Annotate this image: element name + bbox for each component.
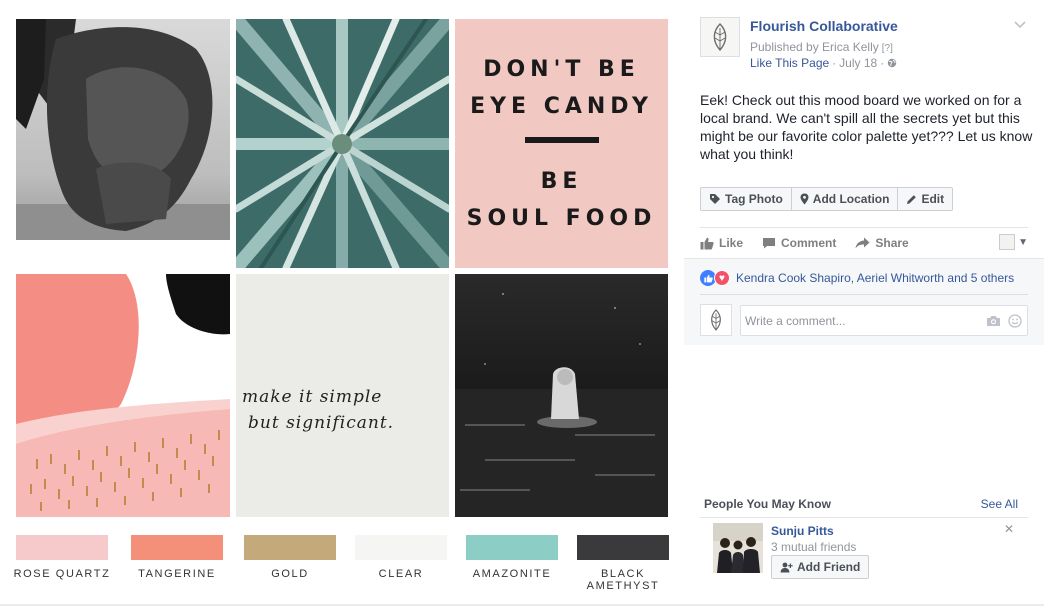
divider [700, 227, 1028, 228]
like-button[interactable]: Like [700, 236, 743, 250]
handwritten-quote: make it simple but significant. [236, 274, 449, 517]
swatch-label-clear: CLEAR [378, 568, 424, 580]
like-label: Like [719, 236, 744, 250]
published-by-text: Published by Erica Kelly [750, 40, 879, 54]
page-avatar[interactable] [700, 17, 740, 57]
swatch-label-gold: GOLD [271, 568, 309, 580]
photo-actions: Tag Photo Add Location Edit [700, 187, 954, 211]
help-icon[interactable]: [?] [882, 43, 893, 54]
swatch-label-rose-quartz: ROSE QUARTZ [13, 568, 111, 580]
close-icon[interactable]: ✕ [1004, 522, 1014, 536]
page-name-link[interactable]: Flourish Collaborative [750, 18, 898, 34]
handwriting-line-2: but significant. [248, 413, 395, 433]
crouching-figure-photo [16, 19, 230, 240]
poster-line-1: DON'T BE [483, 56, 640, 82]
friend-name-link[interactable]: Sunju Pitts [771, 524, 834, 538]
reaction-summary[interactable]: ♥ Kendra Cook Shapiro, Aeriel Whitworth … [700, 270, 1014, 286]
thumbs-up-icon [700, 237, 714, 249]
abstract-painting [16, 274, 230, 517]
swatch-rose-quartz [16, 535, 108, 560]
pencil-icon [907, 194, 917, 204]
swatch-label-tangerine: TANGERINE [138, 568, 216, 580]
post-sidebar: Flourish Collaborative Published by Eric… [684, 0, 1044, 606]
add-friend-icon [780, 562, 793, 572]
comment-box [740, 305, 1028, 336]
leaf-logo-icon [711, 309, 721, 331]
feedback-panel: ♥ Kendra Cook Shapiro, Aeriel Whitworth … [684, 258, 1044, 345]
comment-button[interactable]: Comment [762, 236, 836, 250]
post-as-selector[interactable]: ▼ [999, 234, 1028, 250]
swatch-label-black: BLACK [600, 568, 646, 580]
tag-icon [710, 194, 720, 204]
love-reaction-icon: ♥ [714, 270, 730, 286]
add-location-label: Add Location [812, 192, 890, 206]
night-water-photo [455, 274, 668, 517]
share-arrow-icon [855, 237, 870, 249]
poster-divider [524, 136, 599, 143]
agave-plant-photo [236, 19, 449, 268]
divider [700, 517, 1028, 518]
published-by: Published by Erica Kelly [?] [750, 40, 893, 54]
share-button[interactable]: Share [855, 236, 909, 250]
friend-suggestion-photo[interactable] [713, 523, 763, 573]
divider [700, 294, 1028, 295]
quote-poster: DON'T BE EYE CANDY BE SOUL FOOD [455, 19, 668, 268]
swatch-tangerine [131, 535, 223, 560]
globe-icon[interactable] [887, 58, 897, 68]
see-all-link[interactable]: See All [981, 497, 1018, 511]
swatch-gold [244, 535, 336, 560]
meta-separator-2: · [880, 56, 885, 70]
likers-text[interactable]: Kendra Cook Shapiro, Aeriel Whitworth an… [736, 271, 1014, 285]
caret-down-icon: ▼ [1018, 236, 1028, 248]
post-date[interactable]: July 18 [839, 56, 877, 70]
emoji-icon[interactable] [1005, 313, 1025, 328]
edit-label: Edit [921, 192, 945, 206]
post-as-avatar [999, 234, 1016, 250]
poster-line-4: SOUL FOOD [466, 205, 657, 231]
swatch-label-amethyst: AMETHYST [586, 580, 660, 592]
comment-input[interactable] [741, 313, 983, 328]
poster-line-2: EYE CANDY [470, 93, 653, 119]
meta-separator: · [832, 56, 837, 70]
edit-button[interactable]: Edit [898, 188, 952, 210]
add-friend-label: Add Friend [797, 560, 861, 574]
mutual-friends-link[interactable]: 3 mutual friends [771, 540, 856, 554]
post-action-bar: Like Comment Share ▼ [700, 234, 1028, 252]
mood-board-image[interactable]: DON'T BE EYE CANDY BE SOUL FOOD make it … [0, 0, 684, 606]
share-label: Share [875, 236, 909, 250]
like-page-link[interactable]: Like This Page [750, 56, 829, 70]
swatch-black-amethyst [577, 535, 669, 560]
leaf-logo-icon [713, 23, 727, 52]
camera-icon[interactable] [983, 315, 1003, 327]
swatch-label-black-amethyst: BLACK AMETHYST [568, 568, 678, 592]
comment-bubble-icon [763, 238, 776, 249]
handwriting-line-1: make it simple [242, 387, 383, 407]
add-friend-button[interactable]: Add Friend [771, 555, 870, 579]
swatch-label-amazonite: AMAZONITE [472, 568, 552, 580]
location-pin-icon [800, 193, 809, 205]
swatch-amazonite [466, 535, 558, 560]
swatch-clear [355, 535, 447, 560]
tag-photo-button[interactable]: Tag Photo [701, 188, 792, 210]
poster-line-3: BE [540, 168, 583, 194]
people-you-may-know-title: People You May Know [704, 497, 831, 511]
post-meta: Like This Page · July 18 · [750, 56, 897, 70]
post-text: Eek! Check out this mood board we worked… [700, 92, 1033, 162]
comment-label: Comment [781, 236, 837, 250]
tag-photo-label: Tag Photo [725, 192, 783, 206]
chevron-down-icon[interactable] [1014, 17, 1026, 32]
commenter-avatar [700, 304, 732, 336]
add-location-button[interactable]: Add Location [792, 188, 899, 210]
